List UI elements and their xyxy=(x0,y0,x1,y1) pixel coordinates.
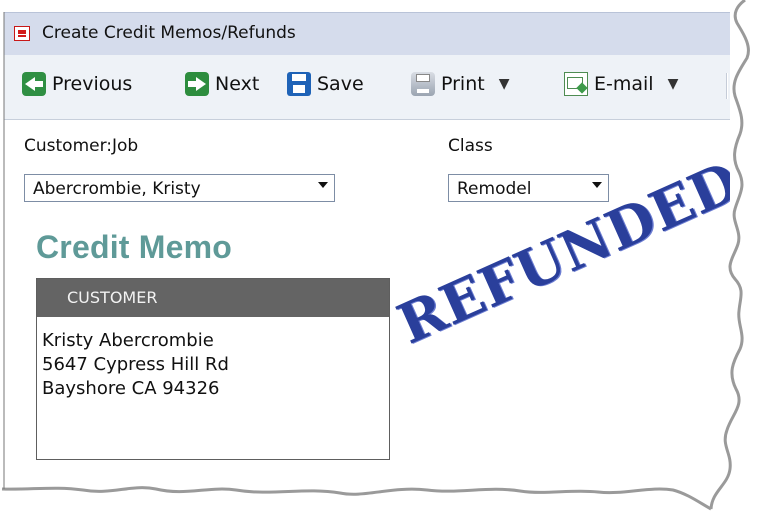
email-label: E-mail xyxy=(594,73,654,95)
save-label: Save xyxy=(317,73,364,95)
window-titlebar: Create Credit Memos/Refunds xyxy=(4,12,768,56)
customer-job-value: Abercrombie, Kristy xyxy=(33,179,201,199)
class-select[interactable]: Remodel xyxy=(448,174,609,202)
address-line-1: Kristy Abercrombie xyxy=(42,330,214,351)
print-label: Print xyxy=(441,73,485,95)
previous-icon xyxy=(22,72,46,96)
credit-memo-app-icon xyxy=(14,26,30,41)
save-button[interactable]: Save xyxy=(287,69,364,99)
class-label: Class xyxy=(448,136,493,156)
credit-memo-title: Credit Memo xyxy=(36,229,232,265)
save-icon xyxy=(287,72,311,96)
create-credit-memos-window: Create Credit Memos/Refunds Previous Nex… xyxy=(0,0,768,511)
customer-header-label: CUSTOMER xyxy=(67,288,158,307)
address-line-2: 5647 Cypress Hill Rd xyxy=(42,354,229,375)
class-value: Remodel xyxy=(457,179,532,199)
toolbar-separator xyxy=(726,73,728,99)
form-toolbar: Previous Next Save Print ▼ E-mail ▼ € xyxy=(4,55,768,120)
email-button[interactable]: E-mail ▼ xyxy=(564,69,678,99)
next-label: Next xyxy=(215,73,260,95)
print-dropdown-icon[interactable]: ▼ xyxy=(499,76,510,92)
customer-address-box[interactable]: CUSTOMER Kristy Abercrombie 5647 Cypress… xyxy=(36,278,390,460)
chevron-down-icon xyxy=(592,182,602,188)
customer-job-label: Customer:Job xyxy=(24,136,139,156)
printer-icon xyxy=(411,72,435,96)
previous-button[interactable]: Previous xyxy=(22,69,132,99)
window-title: Create Credit Memos/Refunds xyxy=(42,23,296,43)
customer-header: CUSTOMER xyxy=(37,279,389,317)
torn-edge-background xyxy=(730,0,768,511)
customer-job-select[interactable]: Abercrombie, Kristy xyxy=(24,174,335,202)
chevron-down-icon xyxy=(318,182,328,188)
previous-label: Previous xyxy=(52,73,133,95)
email-icon xyxy=(564,72,588,96)
next-button[interactable]: Next xyxy=(185,69,259,99)
email-dropdown-icon[interactable]: ▼ xyxy=(668,76,679,92)
customer-address: Kristy Abercrombie 5647 Cypress Hill Rd … xyxy=(42,329,229,401)
print-button[interactable]: Print ▼ xyxy=(411,69,510,99)
address-line-3: Bayshore CA 94326 xyxy=(42,378,220,399)
next-icon xyxy=(185,72,209,96)
